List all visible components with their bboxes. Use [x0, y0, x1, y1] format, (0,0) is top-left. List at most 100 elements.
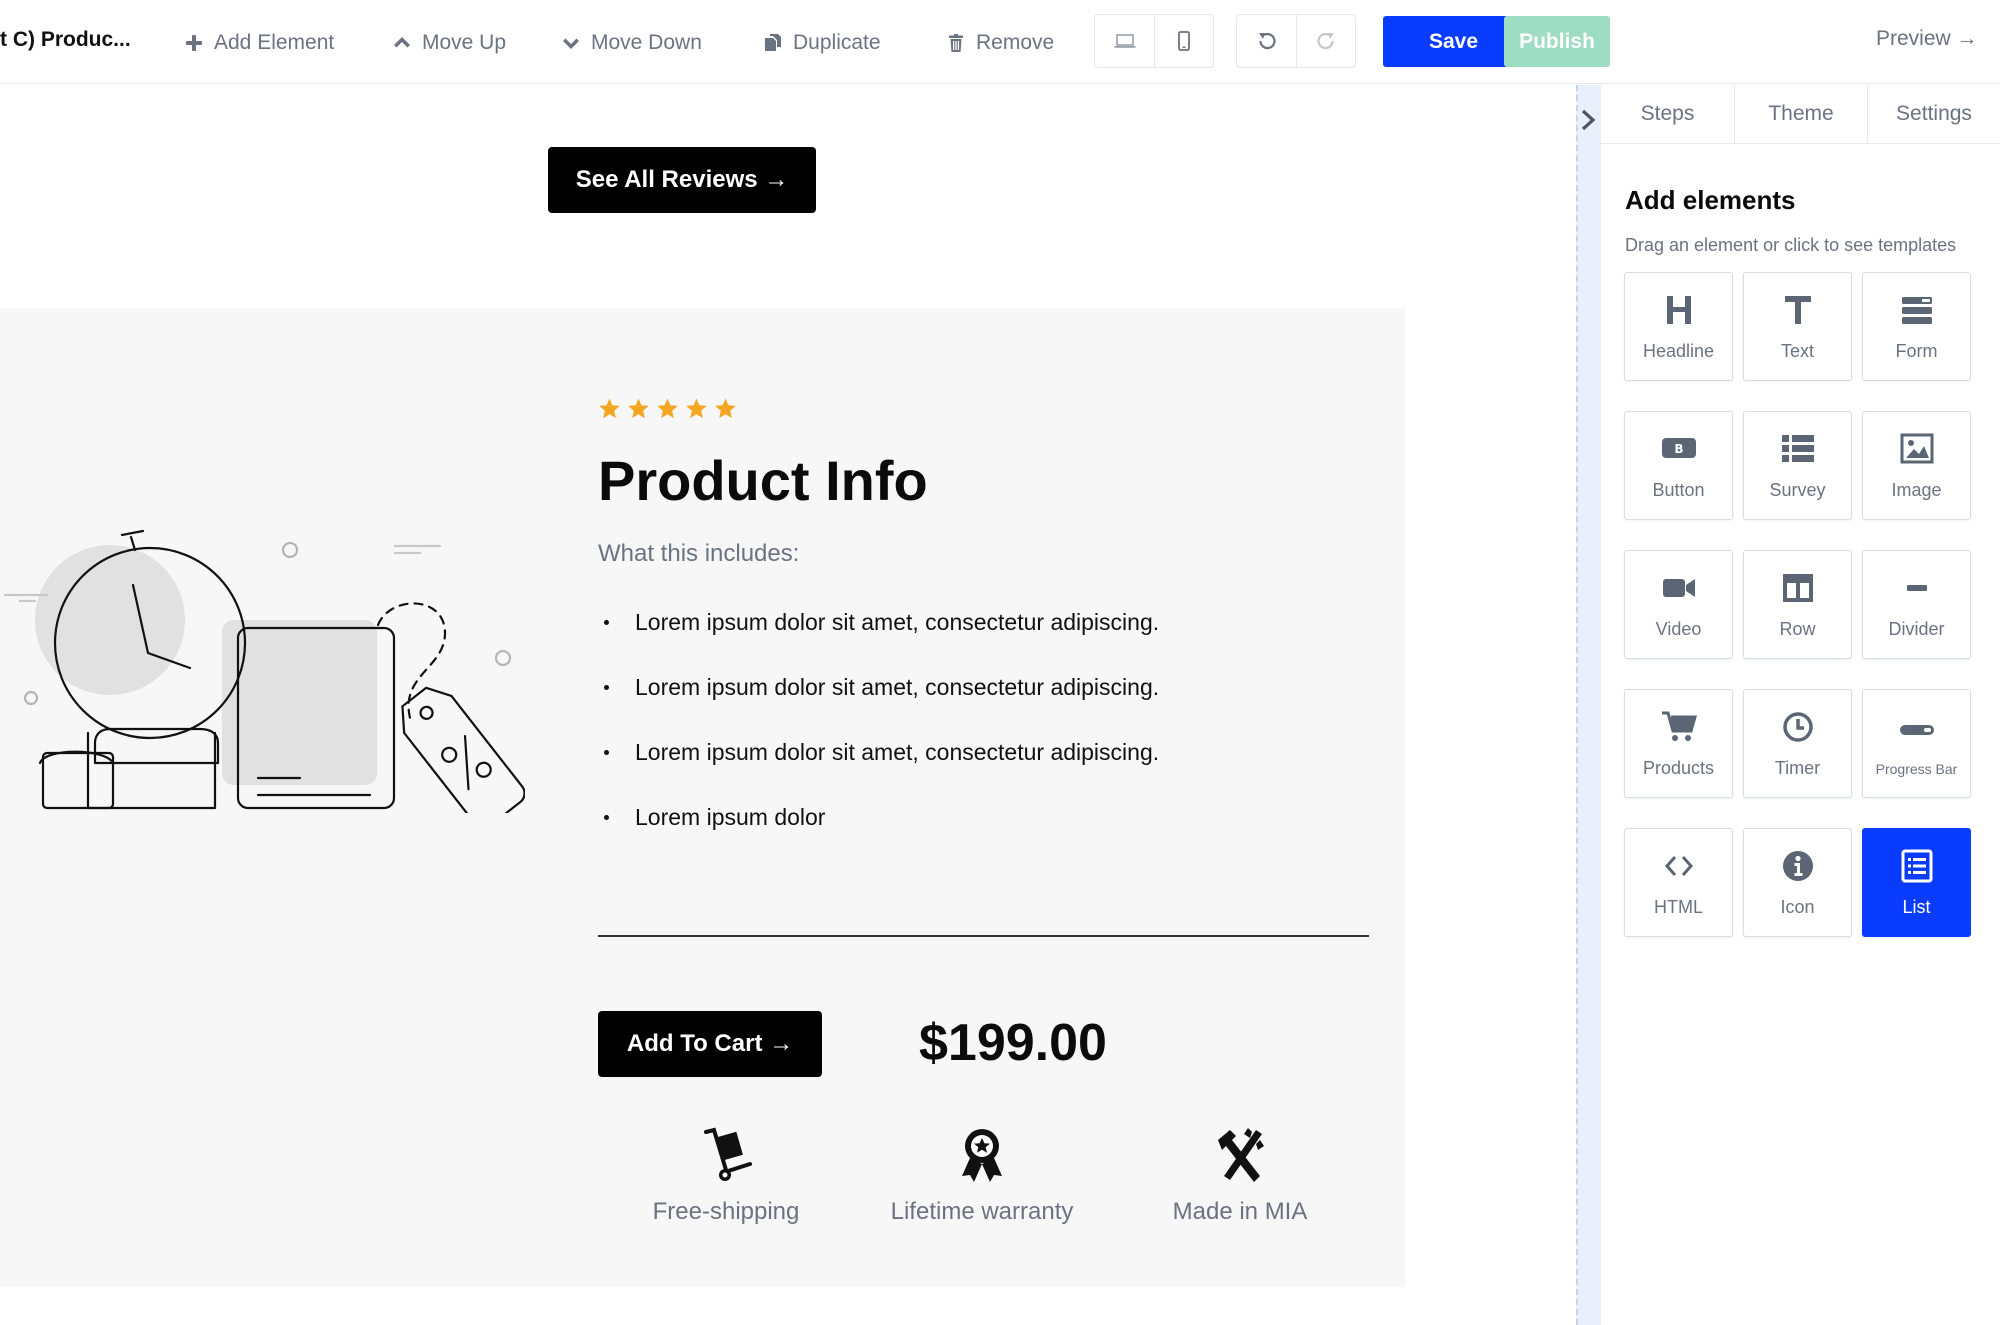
element-icon[interactable]: Icon [1743, 828, 1852, 937]
device-toggle [1094, 14, 1214, 68]
preview-link[interactable]: Preview → [1876, 27, 1978, 51]
publish-button[interactable]: Publish [1504, 16, 1610, 67]
collapse-panel-button[interactable] [1577, 108, 1599, 132]
move-up-button[interactable]: Move Up [392, 26, 506, 60]
progress-bar-icon [1899, 724, 1934, 735]
list-item: Lorem ipsum dolor sit amet, consectetur … [598, 738, 1159, 803]
chevron-right-icon [1581, 109, 1596, 131]
svg-text:B: B [1674, 442, 1683, 456]
panel-tabs: Steps Theme Settings [1601, 85, 2000, 144]
copy-icon [765, 34, 781, 51]
star-icon [628, 398, 649, 419]
list-item: Lorem ipsum dolor sit amet, consectetur … [598, 673, 1159, 738]
star-icon [715, 398, 736, 419]
feature-made-in-mia[interactable]: Made in MIA [1120, 1126, 1360, 1226]
tile-label: List [1902, 897, 1931, 917]
product-title[interactable]: Product Info [598, 448, 928, 513]
tile-label: Progress Bar [1875, 760, 1958, 777]
list-item: Lorem ipsum dolor [598, 803, 1159, 868]
mobile-view-button[interactable] [1154, 15, 1213, 67]
list-item: Lorem ipsum dolor sit amet, consectetur … [598, 608, 1159, 673]
element-timer[interactable]: Timer [1743, 689, 1852, 798]
desktop-view-button[interactable] [1095, 15, 1154, 67]
tile-label: Products [1642, 758, 1715, 778]
tile-label: Headline [1642, 341, 1715, 361]
element-products[interactable]: Products [1624, 689, 1733, 798]
tile-label: Form [1895, 341, 1938, 361]
feature-label: Free-shipping [652, 1198, 800, 1225]
redo-button[interactable] [1296, 15, 1355, 67]
elements-panel: Steps Theme Settings Add elements Drag a… [1601, 85, 2000, 1325]
remove-button[interactable]: Remove [946, 26, 1054, 60]
add-to-cart-button[interactable]: Add To Cart → [598, 1011, 822, 1077]
rating-stars [598, 397, 737, 420]
element-divider[interactable]: Divider [1862, 550, 1971, 659]
see-all-reviews-button[interactable]: See All Reviews → [548, 147, 816, 213]
duplicate-button[interactable]: Duplicate [763, 26, 881, 60]
star-icon [599, 398, 620, 419]
element-form[interactable]: Form [1862, 272, 1971, 381]
image-icon [1900, 433, 1933, 464]
tile-label: Row [1779, 619, 1816, 639]
laptop-icon [1114, 34, 1135, 48]
dolly-icon [704, 1127, 752, 1181]
element-video[interactable]: Video [1624, 550, 1733, 659]
tile-label: Timer [1774, 758, 1821, 778]
duplicate-label: Duplicate [793, 31, 881, 54]
survey-icon [1781, 435, 1814, 462]
undo-button[interactable] [1237, 15, 1296, 67]
feature-lifetime-warranty[interactable]: Lifetime warranty [862, 1126, 1102, 1226]
element-progress-bar[interactable]: Progress Bar [1862, 689, 1971, 798]
add-element-label: Add Element [214, 31, 335, 54]
history-controls [1236, 14, 1356, 68]
panel-title: Add elements [1625, 185, 1796, 215]
page-title[interactable]: t C) Produc... [0, 28, 131, 52]
redo-icon [1317, 32, 1334, 50]
element-text[interactable]: Text [1743, 272, 1852, 381]
video-icon [1662, 579, 1695, 597]
panel-resize-edge[interactable] [1576, 85, 1601, 1325]
tile-label: Image [1891, 480, 1942, 500]
element-image[interactable]: Image [1862, 411, 1971, 520]
move-up-label: Move Up [422, 31, 507, 54]
elements-grid: Headline Text Form B Button Survey Image… [1624, 272, 1980, 937]
product-price[interactable]: $199.00 [919, 1013, 1107, 1073]
award-icon [962, 1129, 1002, 1182]
panel-subtitle: Drag an element or click to see template… [1625, 235, 1957, 255]
trash-icon [949, 34, 963, 52]
product-includes-list[interactable]: Lorem ipsum dolor sit amet, consectetur … [598, 608, 1159, 868]
feature-label: Made in MIA [1172, 1198, 1308, 1225]
tab-settings[interactable]: Settings [1867, 85, 2000, 143]
tab-steps[interactable]: Steps [1601, 85, 1734, 143]
element-survey[interactable]: Survey [1743, 411, 1852, 520]
text-icon [1784, 296, 1811, 324]
remove-label: Remove [976, 31, 1055, 54]
element-row[interactable]: Row [1743, 550, 1852, 659]
element-list[interactable]: List [1862, 828, 1971, 937]
headline-icon [1666, 296, 1691, 324]
star-icon [686, 398, 707, 419]
product-subtitle[interactable]: What this includes: [598, 540, 799, 568]
move-down-button[interactable]: Move Down [561, 26, 702, 60]
product-info-section[interactable]: Product Info What this includes: Lorem i… [0, 308, 1405, 1287]
save-button[interactable]: Save [1383, 16, 1524, 67]
row-icon [1782, 574, 1813, 602]
move-down-label: Move Down [591, 31, 702, 54]
element-html[interactable]: HTML [1624, 828, 1733, 937]
tile-label: Icon [1780, 897, 1815, 917]
editor-canvas: See All Reviews → Product Info What this… [0, 85, 1576, 1325]
tile-label: Button [1652, 480, 1705, 500]
feature-free-shipping[interactable]: Free-shipping [606, 1126, 846, 1226]
tile-label: Divider [1888, 619, 1945, 639]
code-icon [1664, 856, 1693, 876]
list-icon [1901, 849, 1932, 883]
tile-label: Video [1655, 619, 1702, 639]
add-element-button[interactable]: Add Element [184, 26, 334, 60]
tile-label: Text [1780, 341, 1814, 361]
element-button[interactable]: B Button [1624, 411, 1733, 520]
element-headline[interactable]: Headline [1624, 272, 1733, 381]
feature-label: Lifetime warranty [890, 1198, 1074, 1225]
tab-theme[interactable]: Theme [1734, 85, 1867, 143]
plus-icon [186, 35, 202, 51]
tile-label: HTML [1654, 897, 1703, 917]
